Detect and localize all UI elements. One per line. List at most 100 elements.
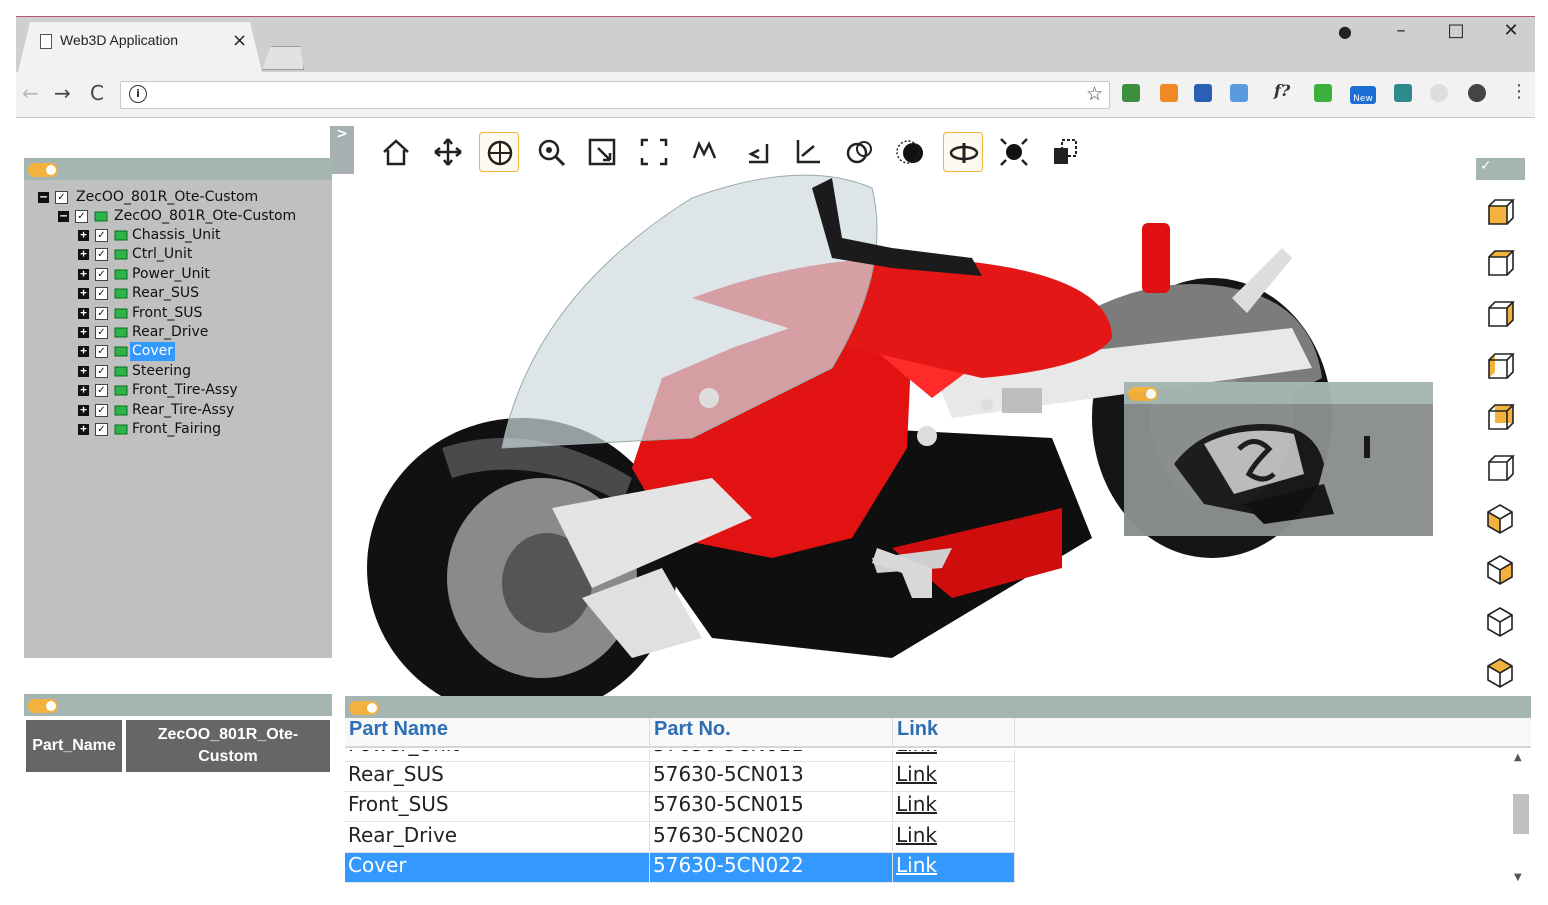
checkbox[interactable]: ✓ (95, 267, 108, 281)
checkbox[interactable]: ✓ (95, 364, 108, 378)
extension-evernote-icon[interactable] (1122, 84, 1140, 102)
cell-link[interactable]: Link (893, 852, 1015, 883)
view-iso-2-button[interactable] (1482, 552, 1518, 588)
view-iso-1-button[interactable] (1482, 501, 1518, 537)
tree-item-front-tire-assy[interactable]: + ✓ Front_Tire-Assy (78, 381, 328, 400)
expand-icon[interactable]: + (78, 268, 89, 280)
tree-item-root[interactable]: – ✓ ZecOO_801R_Ote-Custom (38, 188, 328, 207)
cell-link[interactable]: Link (893, 822, 1015, 853)
extension-disabled-icon[interactable] (1430, 84, 1448, 102)
view-right-button[interactable] (1482, 296, 1518, 332)
forward-button[interactable]: → (54, 81, 71, 105)
cell-link[interactable]: Link (893, 762, 1015, 792)
bookmark-star-icon[interactable]: ☆ (1086, 83, 1103, 105)
back-button[interactable]: ← (22, 81, 39, 105)
tree-item-rear-tire-assy[interactable]: + ✓ Rear_Tire-Assy (78, 401, 328, 420)
table-row[interactable]: Rear_SUS 57630-5CN013 Link (345, 762, 1015, 792)
tree-item-rear-sus[interactable]: + ✓ Rear_SUS (78, 284, 328, 303)
column-header-part-no[interactable]: Part No. (650, 718, 893, 748)
inset-preview-panel[interactable] (1124, 382, 1433, 536)
browser-menu-icon[interactable]: ⋮ (1510, 81, 1528, 102)
expand-icon[interactable]: + (78, 326, 89, 338)
tree-item-steering[interactable]: + ✓ Steering (78, 362, 328, 381)
tree-item-rear-drive[interactable]: + ✓ Rear_Drive (78, 323, 328, 342)
tree-panel-toggle[interactable] (28, 163, 58, 177)
checkbox[interactable]: ✓ (75, 210, 88, 223)
copy-tool-button[interactable] (1046, 132, 1086, 172)
close-window-button[interactable]: ✕ (1496, 20, 1526, 41)
zoom-tool-button[interactable] (531, 132, 571, 172)
table-row[interactable]: Front_SUS 57630-5CN015 Link (345, 792, 1015, 823)
column-header-part-name[interactable]: Part Name (345, 718, 650, 748)
checkbox[interactable]: ✓ (95, 384, 108, 398)
view-panel-header[interactable]: ✓ (1476, 158, 1525, 180)
checkbox[interactable]: ✓ (95, 287, 108, 301)
scroll-down-icon[interactable]: ▼ (1514, 872, 1522, 883)
checkbox[interactable]: ✓ (95, 306, 108, 320)
tree-item-front-fairing[interactable]: + ✓ Front_Fairing (78, 420, 328, 439)
sphere-tool-button[interactable] (891, 132, 931, 172)
tab-web3d-application[interactable]: Web3D Application × (18, 22, 262, 72)
column-header-link[interactable]: Link (893, 718, 1015, 748)
turntable-tool-button[interactable] (942, 132, 983, 172)
tree-item-assembly[interactable]: – ✓ ZecOO_801R_Ote-Custom (58, 207, 328, 226)
zoom-window-tool-button[interactable] (582, 132, 622, 172)
tree-item-ctrl-unit[interactable]: + ✓ Ctrl_Unit (78, 245, 328, 264)
scroll-thumb[interactable] (1513, 794, 1529, 834)
table-scrollbar[interactable]: ▲ ▼ (1512, 750, 1530, 886)
cell-link[interactable]: Link (893, 750, 1015, 762)
cell-link[interactable]: Link (893, 792, 1015, 823)
inset-toggle[interactable] (1128, 387, 1158, 401)
view-iso-3-button[interactable] (1482, 604, 1518, 640)
extension-image-icon[interactable] (1394, 84, 1412, 102)
extension-elephant-icon[interactable] (1468, 84, 1486, 102)
expand-icon[interactable]: + (78, 404, 89, 416)
expand-icon[interactable]: + (78, 365, 89, 377)
table-row[interactable]: Power_Unit 57630-5CN011 Link (345, 750, 1015, 762)
checkbox[interactable]: ✓ (95, 423, 108, 436)
scroll-up-icon[interactable]: ▲ (1514, 752, 1522, 763)
tree-item-cover[interactable]: + ✓ Cover (78, 342, 328, 362)
extension-translate-icon[interactable] (1230, 84, 1248, 102)
tree-item-power-unit[interactable]: + ✓ Power_Unit (78, 265, 328, 284)
view-iso-4-button[interactable] (1482, 655, 1518, 691)
rotate-tool-button[interactable] (685, 132, 725, 172)
view-bottom-button[interactable] (1482, 450, 1518, 486)
view-left-button[interactable] (1482, 348, 1518, 384)
collapse-icon[interactable]: – (38, 191, 49, 203)
checkbox[interactable]: ✓ (95, 345, 108, 359)
checkbox[interactable]: ✓ (95, 229, 108, 242)
reload-button[interactable]: C (90, 81, 104, 105)
expand-icon[interactable]: + (78, 287, 89, 300)
tree-item-chassis-unit[interactable]: + ✓ Chassis_Unit (78, 226, 328, 245)
home-tool-button[interactable] (376, 132, 416, 172)
extension-new-icon[interactable]: New (1350, 86, 1376, 104)
extension-chart-icon[interactable] (1160, 84, 1178, 102)
profile-icon[interactable]: ● (1330, 22, 1360, 41)
view-back-button[interactable] (1482, 399, 1518, 435)
view-front-button[interactable] (1482, 194, 1518, 230)
sidebar-toggle-button[interactable]: > (330, 126, 354, 174)
expand-icon[interactable]: + (78, 384, 89, 397)
explode-tool-button[interactable] (994, 132, 1034, 172)
checkbox[interactable]: ✓ (95, 403, 108, 417)
expand-icon[interactable]: + (78, 345, 89, 358)
table-row[interactable]: Cover 57630-5CN022 Link (345, 852, 1015, 883)
fit-all-tool-button[interactable] (634, 132, 674, 172)
maximize-button[interactable]: □ (1441, 20, 1471, 41)
section-tool-button[interactable] (840, 132, 880, 172)
minimize-button[interactable]: – (1386, 20, 1416, 41)
expand-icon[interactable]: + (78, 248, 89, 261)
checkbox[interactable]: ✓ (95, 326, 108, 339)
expand-icon[interactable]: + (78, 229, 89, 241)
extension-font-icon[interactable]: f? (1274, 81, 1290, 100)
expand-icon[interactable]: + (78, 423, 89, 435)
view-top-button[interactable] (1482, 245, 1518, 281)
tab-close-icon[interactable]: × (232, 30, 247, 51)
checkbox[interactable]: ✓ (95, 248, 108, 262)
extension-messenger-icon[interactable] (1314, 84, 1332, 102)
checkbox[interactable]: ✓ (55, 191, 68, 204)
expand-icon[interactable]: + (78, 307, 89, 319)
axis-tool-button[interactable] (788, 132, 828, 172)
pan-tool-button[interactable] (428, 132, 468, 172)
